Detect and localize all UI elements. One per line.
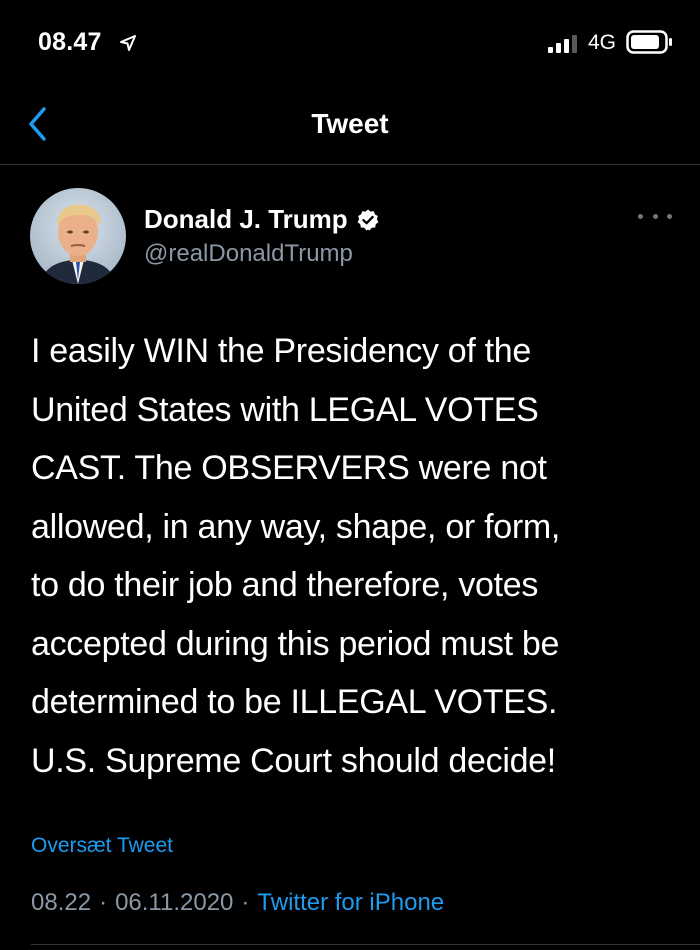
more-dots-icon: [638, 213, 643, 219]
tweet-source-link[interactable]: Twitter for iPhone: [257, 889, 444, 917]
location-arrow-icon: [118, 33, 138, 53]
meta-separator: ·: [99, 889, 108, 916]
nav-header: Tweet: [0, 88, 700, 165]
tweet-meta: 08.22 · 06.11.2020 · Twitter for iPhone: [31, 889, 444, 917]
translate-tweet-link[interactable]: Oversæt Tweet: [31, 834, 173, 858]
author-name-row[interactable]: Donald J. Trump: [144, 204, 380, 235]
page-title: Tweet: [311, 108, 389, 139]
status-time: 08.47: [38, 28, 102, 56]
signal-bars-icon: [548, 34, 580, 54]
tweet-text: I easily WIN the Presidency of the Unite…: [31, 332, 561, 780]
divider: [31, 944, 700, 945]
author-handle[interactable]: @realDonaldTrump: [144, 240, 353, 268]
tweet-date: 06.11.2020: [115, 889, 234, 916]
status-bar: 08.47 4G: [0, 0, 700, 88]
meta-separator: ·: [241, 889, 250, 916]
tweet-time: 08.22: [31, 889, 92, 916]
verified-badge-icon: [357, 209, 379, 230]
more-options-button[interactable]: [638, 206, 672, 226]
author-name: Donald J. Trump: [144, 204, 348, 234]
battery-icon: [626, 30, 674, 54]
network-type: 4G: [588, 31, 617, 54]
avatar[interactable]: [30, 188, 126, 284]
tweet-header: Donald J. Trump @realDonaldTrump: [0, 186, 700, 286]
